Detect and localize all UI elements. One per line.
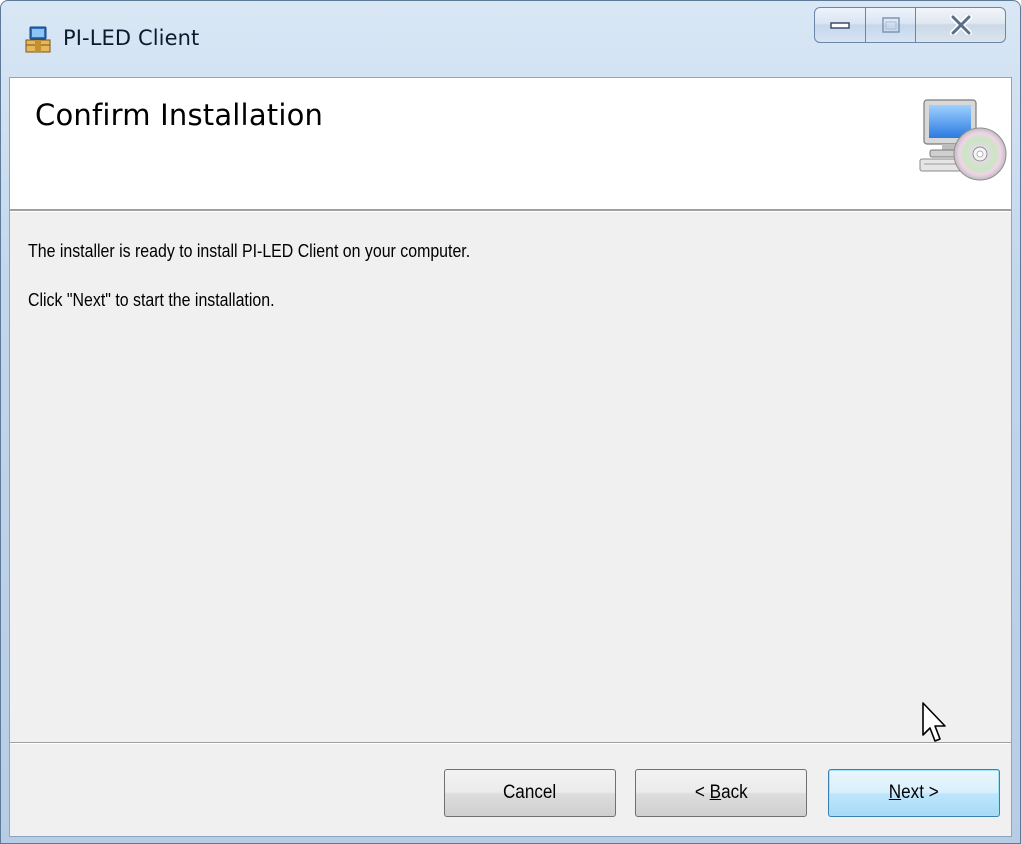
title-bar[interactable]: PI-LED Client <box>1 1 1020 77</box>
maximize-button[interactable] <box>866 7 916 43</box>
back-label-prefix: < <box>694 782 710 803</box>
cancel-button[interactable]: Cancel <box>444 769 616 817</box>
next-button[interactable]: Next > <box>828 769 1000 817</box>
computer-cd-icon <box>919 99 1007 181</box>
footer-divider <box>10 742 1011 744</box>
installer-window: PI-LED Client Confirm Installation The i… <box>0 0 1021 844</box>
header-banner: Confirm Installation <box>10 78 1011 209</box>
close-icon <box>949 15 972 35</box>
close-button[interactable] <box>916 7 1006 43</box>
installer-package-icon <box>25 26 51 53</box>
maximize-icon <box>881 17 900 33</box>
page-title: Confirm Installation <box>35 98 324 132</box>
caption-buttons <box>814 7 1006 43</box>
back-label-accelerator: B <box>709 782 721 803</box>
dialog-client-area: Confirm Installation The installer is re… <box>9 77 1012 837</box>
next-label-accelerator: N <box>889 782 902 803</box>
back-button-label: < Back <box>695 771 748 815</box>
window-title: PI-LED Client <box>63 26 200 50</box>
instruction-message: Click "Next" to start the installation. <box>28 289 275 310</box>
ready-message: The installer is ready to install PI-LED… <box>28 240 471 261</box>
next-button-label: Next > <box>889 771 939 815</box>
next-label-rest: ext > <box>901 782 939 803</box>
banner-divider <box>10 209 1011 212</box>
cancel-button-label: Cancel <box>503 782 557 803</box>
back-button[interactable]: < Back <box>635 769 807 817</box>
minimize-button[interactable] <box>814 7 866 43</box>
back-label-rest: ack <box>720 782 748 803</box>
minimize-icon <box>830 22 850 29</box>
